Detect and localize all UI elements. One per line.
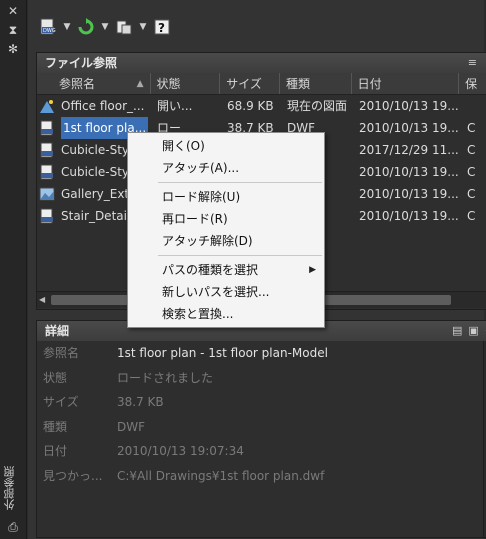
close-icon[interactable]: ✕ (6, 4, 20, 18)
menu-item-attach[interactable]: アタッチ(A)... (128, 157, 324, 179)
refresh-button[interactable] (74, 16, 98, 38)
column-header-saved-path[interactable]: 保 (459, 73, 486, 94)
dwf-icon (40, 120, 53, 136)
row-saved-path: C (467, 187, 476, 201)
toolbar: DWG ▼ ▼ ▼ ? (36, 14, 174, 40)
file-references-title-text: ファイル参照 (45, 56, 118, 70)
refresh-icon (78, 18, 94, 35)
row-date: 2010/10/13 19... (359, 187, 459, 201)
details-title-text: 詳細 (45, 324, 70, 338)
attach-dwg-button[interactable]: DWG (36, 16, 60, 38)
row-type: 現在の図面 (287, 99, 348, 113)
submenu-arrow-icon: ▶ (309, 265, 316, 275)
list-view-icon[interactable]: ≡ (468, 53, 477, 73)
detail-label: 日付 (43, 444, 68, 458)
column-header-date[interactable]: 日付 (352, 73, 460, 94)
palette-menu-icon[interactable]: ⎙ (6, 520, 20, 534)
row-saved-path: C (467, 209, 476, 223)
row-name: Office floor_... (61, 99, 145, 113)
change-path-dropdown-arrow[interactable]: ▼ (138, 16, 148, 38)
change-path-button[interactable] (112, 16, 136, 38)
detail-label: 状態 (43, 370, 68, 385)
menu-separator (158, 255, 322, 256)
menu-item-path-type-label: パスの種類を選択 (162, 263, 259, 277)
column-header-type[interactable]: 種類 (280, 73, 352, 94)
detail-value: DWF (117, 419, 146, 434)
auto-hide-icon[interactable]: ⧗ (6, 23, 20, 37)
menu-item-open[interactable]: 開く(O) (128, 135, 324, 157)
detail-row: 日付 2010/10/13 19:07:34 (37, 439, 486, 464)
row-date: 2010/10/13 19... (359, 99, 459, 113)
refresh-dropdown-arrow[interactable]: ▼ (100, 16, 110, 38)
sort-ascending-icon: ▲ (136, 79, 144, 89)
properties-icon[interactable]: ✻ (6, 42, 20, 56)
column-header-status[interactable]: 状態 (151, 73, 221, 94)
menu-item-path-type[interactable]: パスの種類を選択 ▶ (128, 259, 324, 281)
row-date: 2010/10/13 19... (359, 165, 459, 179)
menu-item-select-new-path[interactable]: 新しいパスを選択... (128, 281, 324, 303)
detail-label: 種類 (43, 419, 68, 434)
row-saved-path (461, 95, 481, 117)
menu-item-detach[interactable]: アタッチ解除(D) (128, 230, 324, 252)
details-view-icon[interactable]: ▤ (452, 321, 462, 341)
detail-value: C:¥All Drawings¥1st floor plan.dwf (117, 468, 325, 483)
menu-item-reload[interactable]: 再ロード(R) (128, 208, 324, 230)
preview-view-icon[interactable]: ▣ (468, 321, 478, 341)
menu-separator (158, 182, 322, 183)
detail-row: 種類 DWF (37, 415, 486, 440)
detail-value: 2010/10/13 19:07:34 (117, 444, 244, 458)
detail-row: 参照名 1st floor plan - 1st floor plan-Mode… (37, 341, 486, 366)
change-path-icon (116, 20, 132, 35)
svg-text:?: ? (158, 21, 165, 35)
dwg-master-icon (40, 100, 54, 113)
row-size: 68.9 KB (227, 99, 274, 113)
column-header-row: 参照名 ▲ 状態 サイズ 種類 日付 保 (37, 73, 486, 95)
row-saved-path: C (467, 165, 476, 179)
detail-value[interactable]: 1st floor plan - 1st floor plan-Model (117, 341, 328, 366)
dwg-icon (40, 142, 53, 158)
detail-label: 参照名 (43, 346, 80, 360)
column-header-size[interactable]: サイズ (220, 73, 280, 94)
row-name-cell: Office floor_... (37, 95, 151, 117)
dwg-icon (40, 164, 53, 180)
row-saved-path: C (467, 121, 476, 135)
detail-label: サイズ (43, 395, 79, 409)
column-header-name[interactable]: 参照名 ▲ (37, 73, 151, 94)
row-date: 2010/10/13 19... (359, 121, 459, 135)
row-name: Cubicle-Sty (61, 143, 130, 157)
help-icon: ? (154, 19, 170, 35)
detail-value: ロードされました (117, 370, 214, 385)
detail-row: サイズ 38.7 KB (37, 390, 486, 415)
attach-dropdown-arrow[interactable]: ▼ (62, 16, 72, 38)
context-menu: 開く(O) アタッチ(A)... ロード解除(U) 再ロード(R) アタッチ解除… (127, 132, 325, 328)
row-name: Stair_Detai (61, 209, 127, 223)
details-body: 参照名 1st floor plan - 1st floor plan-Mode… (37, 341, 486, 537)
detail-label: 見つかっ... (43, 468, 103, 483)
scroll-left-icon[interactable]: ◀ (39, 295, 49, 304)
svg-text:DWG: DWG (43, 28, 56, 34)
column-header-name-label: 参照名 (59, 77, 96, 91)
image-icon (39, 187, 55, 201)
row-status: 開い... (157, 99, 193, 113)
dgn-icon (40, 208, 53, 224)
detail-value: 38.7 KB (117, 395, 164, 409)
menu-item-unload[interactable]: ロード解除(U) (128, 186, 324, 208)
row-name: Gallery_Ext (61, 187, 130, 201)
row-date: 2017/12/29 11... (359, 143, 459, 157)
detail-row: 状態 ロードされました (37, 366, 486, 391)
table-row[interactable]: Office floor_... 開い... 68.9 KB 現在の図面 201… (37, 95, 486, 117)
file-references-title: ファイル参照 ≡ ⋮ (37, 53, 486, 73)
details-panel: 詳細 ▤ ▣ − 参照名 1st floor plan - 1st floor … (36, 320, 486, 538)
palette-title-bar: ✕ ⧗ ✻ 外部参照 ⎙ (0, 0, 27, 539)
row-date: 2010/10/13 19... (359, 209, 459, 223)
attach-dwg-icon: DWG (40, 18, 56, 35)
row-name: Cubicle-Sty (61, 165, 130, 179)
row-saved-path: C (467, 143, 476, 157)
help-button[interactable]: ? (150, 16, 174, 38)
detail-row: 見つかっ... C:¥All Drawings¥1st floor plan.d… (37, 464, 486, 489)
palette-title: 外部参照 (3, 466, 16, 510)
menu-item-find-replace[interactable]: 検索と置換... (128, 303, 324, 325)
